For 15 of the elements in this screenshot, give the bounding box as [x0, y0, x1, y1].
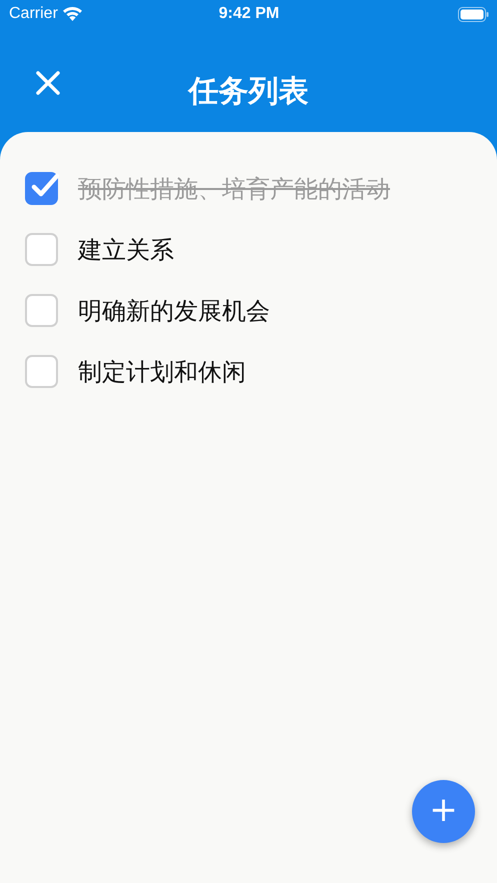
page-title: 任务列表	[188, 72, 308, 110]
add-button[interactable]: +	[412, 780, 475, 843]
close-icon[interactable]	[35, 70, 61, 96]
checkbox[interactable]	[25, 294, 58, 327]
task-label: 明确新的发展机会	[78, 296, 270, 326]
wifi-icon	[62, 7, 82, 21]
status-time: 9:42 PM	[218, 5, 280, 23]
battery-icon	[458, 6, 489, 22]
carrier-label: Carrier	[9, 5, 58, 23]
task-label: 建立关系	[78, 234, 174, 266]
checkbox[interactable]	[25, 233, 58, 266]
task-label: 预防性措施、培育产能的活动	[78, 174, 390, 204]
checkbox[interactable]	[25, 172, 58, 205]
task-label: 制定计划和休闲	[78, 356, 246, 388]
checkbox[interactable]	[25, 355, 58, 388]
